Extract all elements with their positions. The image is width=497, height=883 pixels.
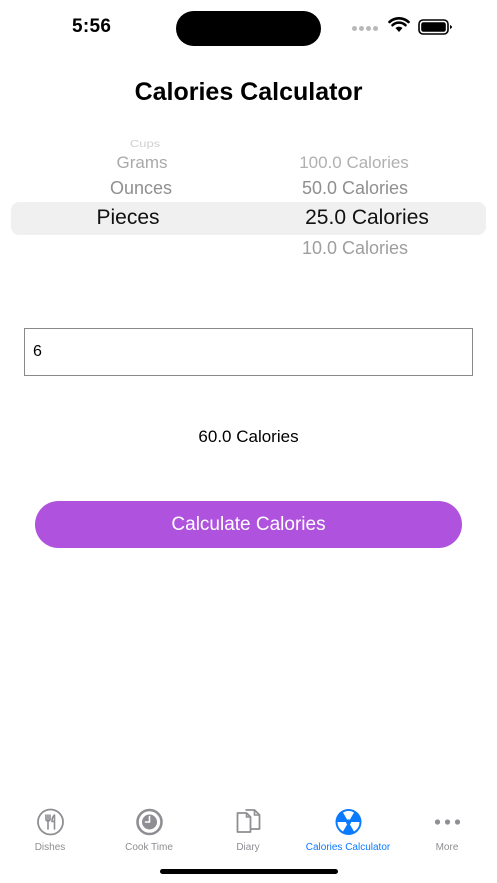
fork-knife-icon (36, 808, 64, 836)
quantity-input[interactable] (24, 328, 473, 376)
unit-calorie-picker[interactable]: Cups Grams Ounces Pieces 100.0 Calories … (0, 128, 497, 278)
tab-label: Calories Calculator (305, 842, 391, 853)
tab-dishes[interactable]: Dishes (1, 808, 100, 853)
page-title: Calories Calculator (134, 78, 363, 106)
picker-unit-selected[interactable]: Pieces (96, 206, 159, 230)
status-time: 5:56 (72, 16, 112, 37)
more-icon (434, 819, 460, 825)
calorie-result: 60.0 Calories (198, 427, 299, 446)
picker-calorie-option[interactable]: 100.0 Calories (299, 153, 409, 173)
dynamic-island (176, 11, 321, 46)
tab-label: Diary (236, 842, 260, 853)
signal-dots-icon (352, 26, 378, 32)
picker-calorie-option[interactable]: 50.0 Calories (302, 178, 408, 199)
tab-cook-time[interactable]: Cook Time (100, 808, 199, 853)
tab-label: Cook Time (125, 842, 173, 853)
documents-icon (236, 809, 260, 833)
tab-label: More (435, 842, 459, 853)
timer-icon (135, 808, 163, 836)
home-indicator (160, 869, 338, 874)
wifi-icon (388, 17, 410, 32)
status-bar: 5:56 (0, 0, 497, 56)
picker-unit-option[interactable]: Cups (130, 138, 160, 149)
battery-icon (418, 19, 452, 35)
atom-icon (335, 809, 361, 835)
tab-calories-calculator[interactable]: Calories Calculator (299, 808, 398, 853)
picker-calorie-option[interactable]: 10.0 Calories (302, 238, 408, 259)
picker-unit-option[interactable]: Grams (117, 153, 168, 173)
tab-label: Dishes (34, 842, 66, 853)
picker-calorie-selected[interactable]: 25.0 Calories (305, 206, 429, 230)
tab-more[interactable]: More (398, 808, 497, 853)
tab-diary[interactable]: Diary (199, 808, 298, 853)
calculate-calories-button[interactable]: Calculate Calories (35, 501, 462, 548)
picker-unit-option[interactable]: Ounces (110, 178, 172, 199)
